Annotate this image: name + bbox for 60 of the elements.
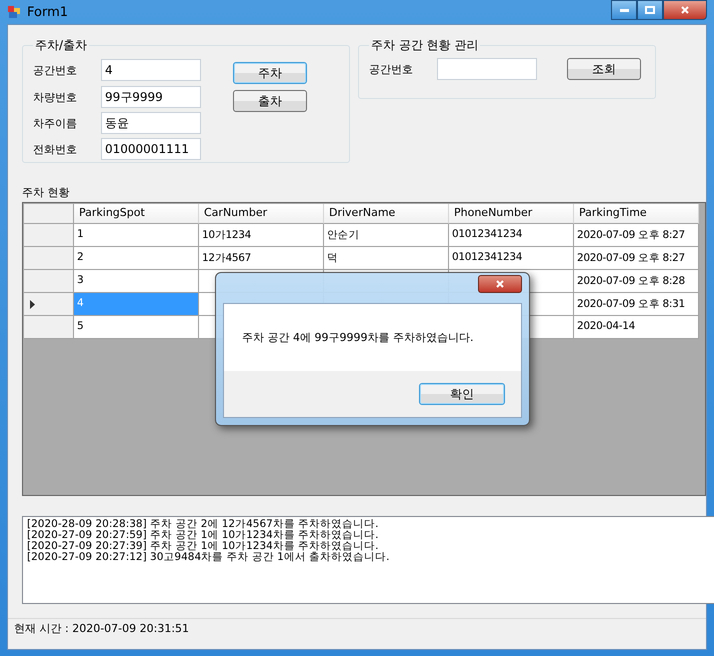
- status-text: 현재 시간 : 2020-07-09 20:31:51: [14, 621, 190, 636]
- maximize-button[interactable]: [637, 0, 663, 20]
- text-field[interactable]: 동윤: [101, 112, 201, 134]
- row-header[interactable]: [24, 224, 74, 247]
- minimize-icon: [620, 8, 628, 12]
- table-cell: 덕: [324, 247, 449, 270]
- close-button[interactable]: [478, 275, 522, 293]
- column-header[interactable]: CarNumber: [199, 204, 324, 224]
- action-button[interactable]: 출차: [233, 90, 307, 112]
- log-line: [2020-27-09 20:27:12] 30고9484차를 주차 공간 1에서 출차하였습니다.: [27, 552, 390, 563]
- table-cell: 5: [74, 316, 199, 339]
- log-line: [2020-27-09 20:27:39] 주차 공간 1에 10가1234차를 주차하였습니다.: [27, 541, 378, 552]
- ok-button[interactable]: 확인: [419, 383, 505, 405]
- window-title: Form1: [27, 4, 68, 20]
- column-header[interactable]: PhoneNumber: [449, 204, 574, 224]
- table-cell: 3: [74, 270, 199, 293]
- field-label: 전화번호: [33, 142, 78, 156]
- action-button[interactable]: 주차: [233, 62, 307, 84]
- dialog-message: 주차 공간 4에 99구9999차를 주차하였습니다.: [242, 330, 474, 345]
- table-cell: 2020-07-09 오후 8:27: [574, 247, 699, 270]
- close-button[interactable]: [663, 0, 707, 20]
- search-button[interactable]: 조회: [567, 58, 641, 80]
- table-cell: 1: [74, 224, 199, 247]
- table-cell: 안순기: [324, 224, 449, 247]
- table-cell: 2: [74, 247, 199, 270]
- column-header[interactable]: DriverName: [324, 204, 449, 224]
- column-header[interactable]: ParkingTime: [574, 204, 699, 224]
- text-field[interactable]: 99구9999: [101, 86, 201, 108]
- text-field[interactable]: 01000001111: [101, 138, 201, 160]
- minimize-button[interactable]: [611, 0, 637, 20]
- table-cell: 2020-04-14: [574, 316, 699, 339]
- current-row-icon: [30, 300, 35, 308]
- table-cell: 10가1234: [199, 224, 324, 247]
- log-line: [2020-27-09 20:27:59] 주차 공간 1에 10가1234차를 주차하였습니다.: [27, 530, 380, 541]
- column-header[interactable]: ParkingSpot: [74, 204, 199, 224]
- table-cell: 4: [74, 293, 199, 316]
- maximize-icon: [645, 6, 655, 14]
- close-icon: [680, 5, 690, 15]
- row-header[interactable]: [24, 247, 74, 270]
- field-label: 차주이름: [33, 116, 78, 130]
- table-cell: 12가4567: [199, 247, 324, 270]
- row-header[interactable]: [24, 316, 74, 339]
- text-field[interactable]: 4: [101, 59, 201, 81]
- app-icon: [7, 5, 21, 19]
- table-cell: 2020-07-09 오후 8:27: [574, 224, 699, 247]
- field-label: 공간번호: [33, 62, 78, 78]
- field-label: 차량번호: [33, 90, 78, 104]
- table-cell: 01012341234: [449, 247, 574, 270]
- table-cell: 2020-07-09 오후 8:28: [574, 270, 699, 293]
- log-line: [2020-28-09 20:28:38] 주차 공간 2에 12가4567차를 주차하였습니다.: [27, 519, 380, 530]
- close-icon: [495, 279, 505, 289]
- text-field[interactable]: [437, 58, 537, 80]
- grid-title: 주차 현황: [22, 185, 70, 200]
- table-cell: 2020-07-09 오후 8:31: [574, 293, 699, 316]
- row-header[interactable]: [24, 270, 74, 293]
- group-title: 주차/출차: [34, 37, 88, 54]
- group-title: 주차 공간 현황 관리: [370, 37, 480, 54]
- row-header[interactable]: [24, 293, 74, 316]
- field-label: 공간번호: [369, 62, 414, 76]
- table-cell: 01012341234: [449, 224, 574, 247]
